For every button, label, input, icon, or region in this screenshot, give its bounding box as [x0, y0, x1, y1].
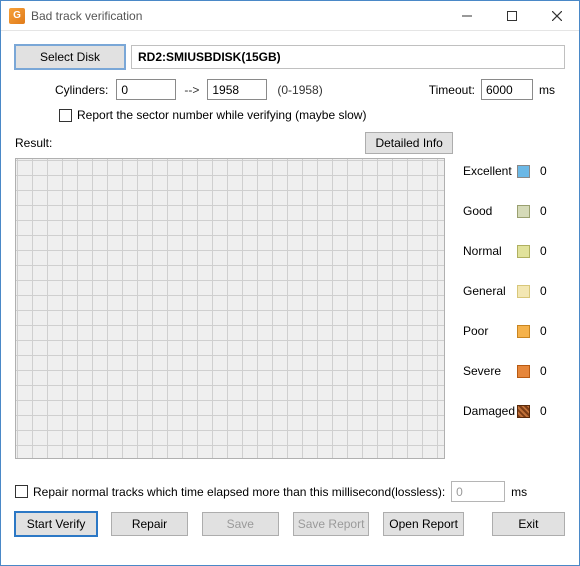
legend-row-general: General 0: [463, 284, 565, 298]
legend-count: 0: [540, 244, 547, 258]
repair-button[interactable]: Repair: [111, 512, 188, 536]
legend-row-poor: Poor 0: [463, 324, 565, 338]
select-disk-button[interactable]: Select Disk: [15, 45, 125, 69]
legend-name: Good: [463, 204, 517, 218]
legend: Excellent0Good0Normal0General0Poor0Sever…: [445, 158, 565, 459]
repair-threshold-unit: ms: [511, 485, 527, 499]
legend-swatch-good: [517, 205, 530, 218]
save-report-button: Save Report: [293, 512, 370, 536]
timeout-unit: ms: [539, 83, 555, 97]
cylinders-from-input[interactable]: [116, 79, 176, 100]
legend-name: Damaged: [463, 404, 517, 418]
report-sector-checkbox[interactable]: [59, 109, 72, 122]
legend-swatch-general: [517, 285, 530, 298]
legend-row-excellent: Excellent 0: [463, 164, 565, 178]
legend-count: 0: [540, 404, 547, 418]
legend-name: Excellent: [463, 164, 517, 178]
legend-row-good: Good 0: [463, 204, 565, 218]
open-report-button[interactable]: Open Report: [383, 512, 463, 536]
cylinders-label: Cylinders:: [55, 83, 108, 97]
timeout-label: Timeout:: [429, 83, 475, 97]
legend-name: Severe: [463, 364, 517, 378]
legend-row-severe: Severe 0: [463, 364, 565, 378]
cylinders-arrow: -->: [184, 83, 199, 97]
repair-threshold-checkbox[interactable]: [15, 485, 28, 498]
window-title: Bad track verification: [31, 9, 142, 23]
selected-disk-field: RD2:SMIUSBDISK(15GB): [131, 45, 565, 69]
report-sector-label: Report the sector number while verifying…: [77, 108, 366, 122]
legend-swatch-poor: [517, 325, 530, 338]
close-button[interactable]: [534, 1, 579, 31]
legend-name: General: [463, 284, 517, 298]
repair-threshold-label: Repair normal tracks which time elapsed …: [33, 485, 445, 499]
legend-count: 0: [540, 364, 547, 378]
repair-threshold-input: [451, 481, 505, 502]
legend-swatch-damaged: [517, 405, 530, 418]
legend-name: Poor: [463, 324, 517, 338]
result-grid: [15, 158, 445, 459]
legend-count: 0: [540, 164, 547, 178]
legend-count: 0: [540, 204, 547, 218]
save-button: Save: [202, 512, 279, 536]
start-verify-button[interactable]: Start Verify: [15, 512, 97, 536]
app-icon: G: [9, 8, 25, 24]
detailed-info-button[interactable]: Detailed Info: [365, 132, 453, 154]
legend-name: Normal: [463, 244, 517, 258]
legend-swatch-excellent: [517, 165, 530, 178]
legend-swatch-normal: [517, 245, 530, 258]
title-bar: G Bad track verification: [1, 1, 579, 31]
exit-button[interactable]: Exit: [492, 512, 565, 536]
result-label: Result:: [15, 136, 52, 150]
legend-row-normal: Normal 0: [463, 244, 565, 258]
legend-row-damaged: Damaged 0: [463, 404, 565, 418]
legend-count: 0: [540, 284, 547, 298]
legend-swatch-severe: [517, 365, 530, 378]
maximize-button[interactable]: [489, 1, 534, 31]
timeout-input[interactable]: [481, 79, 533, 100]
legend-count: 0: [540, 324, 547, 338]
cylinders-to-input[interactable]: [207, 79, 267, 100]
cylinders-range: (0-1958): [277, 83, 322, 97]
minimize-button[interactable]: [444, 1, 489, 31]
